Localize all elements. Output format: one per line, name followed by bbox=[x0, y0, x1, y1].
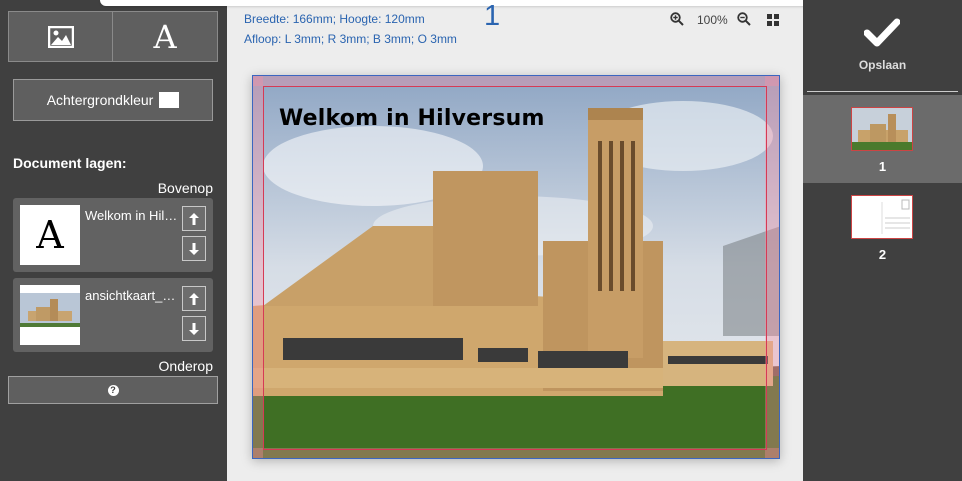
page-thumbnail-image bbox=[851, 107, 913, 151]
text-a-icon: A bbox=[153, 17, 177, 56]
image-icon bbox=[47, 25, 74, 48]
left-panel: A Achtergrondkleur Document lagen: Boven… bbox=[0, 0, 227, 481]
move-layer-up-button[interactable] bbox=[182, 206, 206, 231]
page-thumbnail-item[interactable]: 2 bbox=[803, 183, 962, 271]
zoom-level: 100% bbox=[697, 13, 728, 27]
layer-name: ansichtkaart_hilversum bbox=[85, 288, 181, 303]
move-layer-down-button[interactable] bbox=[182, 236, 206, 261]
move-layer-up-button[interactable] bbox=[182, 286, 206, 311]
checkmark-icon bbox=[864, 18, 900, 47]
dimensions-text: Breedte: 166mm; Hoogte: 120mm bbox=[244, 12, 425, 26]
layer-name: Welkom in Hilversum bbox=[85, 208, 181, 223]
zoom-out-icon bbox=[737, 12, 751, 26]
headline-text[interactable]: Welkom in Hilversum bbox=[279, 106, 545, 131]
arrow-down-icon bbox=[189, 242, 199, 255]
arrow-up-icon bbox=[189, 292, 199, 305]
layers-title: Document lagen: bbox=[13, 155, 127, 171]
layer-thumbnail-text: A bbox=[20, 205, 80, 265]
bleed-text: Afloop: L 3mm; R 3mm; B 3mm; O 3mm bbox=[244, 32, 457, 46]
save-label: Opslaan bbox=[858, 58, 907, 72]
move-layer-down-button[interactable] bbox=[182, 316, 206, 341]
document-dimensions: Breedte: 166mm; Hoogte: 120mm Afloop: L … bbox=[244, 9, 457, 49]
layers-bottom-label: Onderop bbox=[158, 358, 213, 374]
zoom-in-icon bbox=[670, 12, 684, 26]
zoom-out-button[interactable] bbox=[737, 12, 751, 31]
layer-item-image[interactable]: ansichtkaart_hilversum bbox=[13, 278, 213, 352]
background-color-button[interactable]: Achtergrondkleur bbox=[13, 79, 213, 121]
design-canvas[interactable]: Welkom in Hilversum bbox=[252, 75, 780, 459]
divider bbox=[807, 91, 958, 92]
grid-icon bbox=[767, 14, 779, 26]
add-image-button[interactable] bbox=[8, 11, 113, 62]
bleed-area-top bbox=[253, 76, 779, 86]
save-button[interactable]: Opslaan bbox=[803, 0, 962, 90]
zoom-in-button[interactable] bbox=[670, 12, 684, 31]
layer-thumbnail-image bbox=[20, 285, 80, 345]
layer-item-text[interactable]: A Welkom in Hilversum bbox=[13, 198, 213, 272]
layers-top-label: Bovenop bbox=[157, 180, 213, 196]
grid-view-button[interactable] bbox=[767, 13, 779, 31]
bleed-area-right bbox=[765, 76, 779, 458]
arrow-up-icon bbox=[189, 212, 199, 225]
background-color-swatch bbox=[159, 92, 180, 108]
right-panel: Opslaan 1 2 bbox=[803, 0, 962, 481]
page-number-label: 2 bbox=[878, 247, 887, 262]
arrow-down-icon bbox=[189, 322, 199, 335]
background-color-label: Achtergrondkleur bbox=[46, 92, 154, 108]
page-thumbnail-postcard-back bbox=[851, 195, 913, 239]
question-icon: ? bbox=[107, 384, 119, 396]
current-page-number: 1 bbox=[484, 0, 501, 32]
bleed-area-left bbox=[253, 76, 263, 458]
trim-line bbox=[263, 86, 767, 450]
help-button[interactable]: ? bbox=[8, 376, 218, 404]
page-number-label: 1 bbox=[878, 159, 887, 174]
page-thumbnail-item[interactable]: 1 bbox=[803, 95, 962, 183]
add-text-button[interactable]: A bbox=[112, 11, 218, 62]
